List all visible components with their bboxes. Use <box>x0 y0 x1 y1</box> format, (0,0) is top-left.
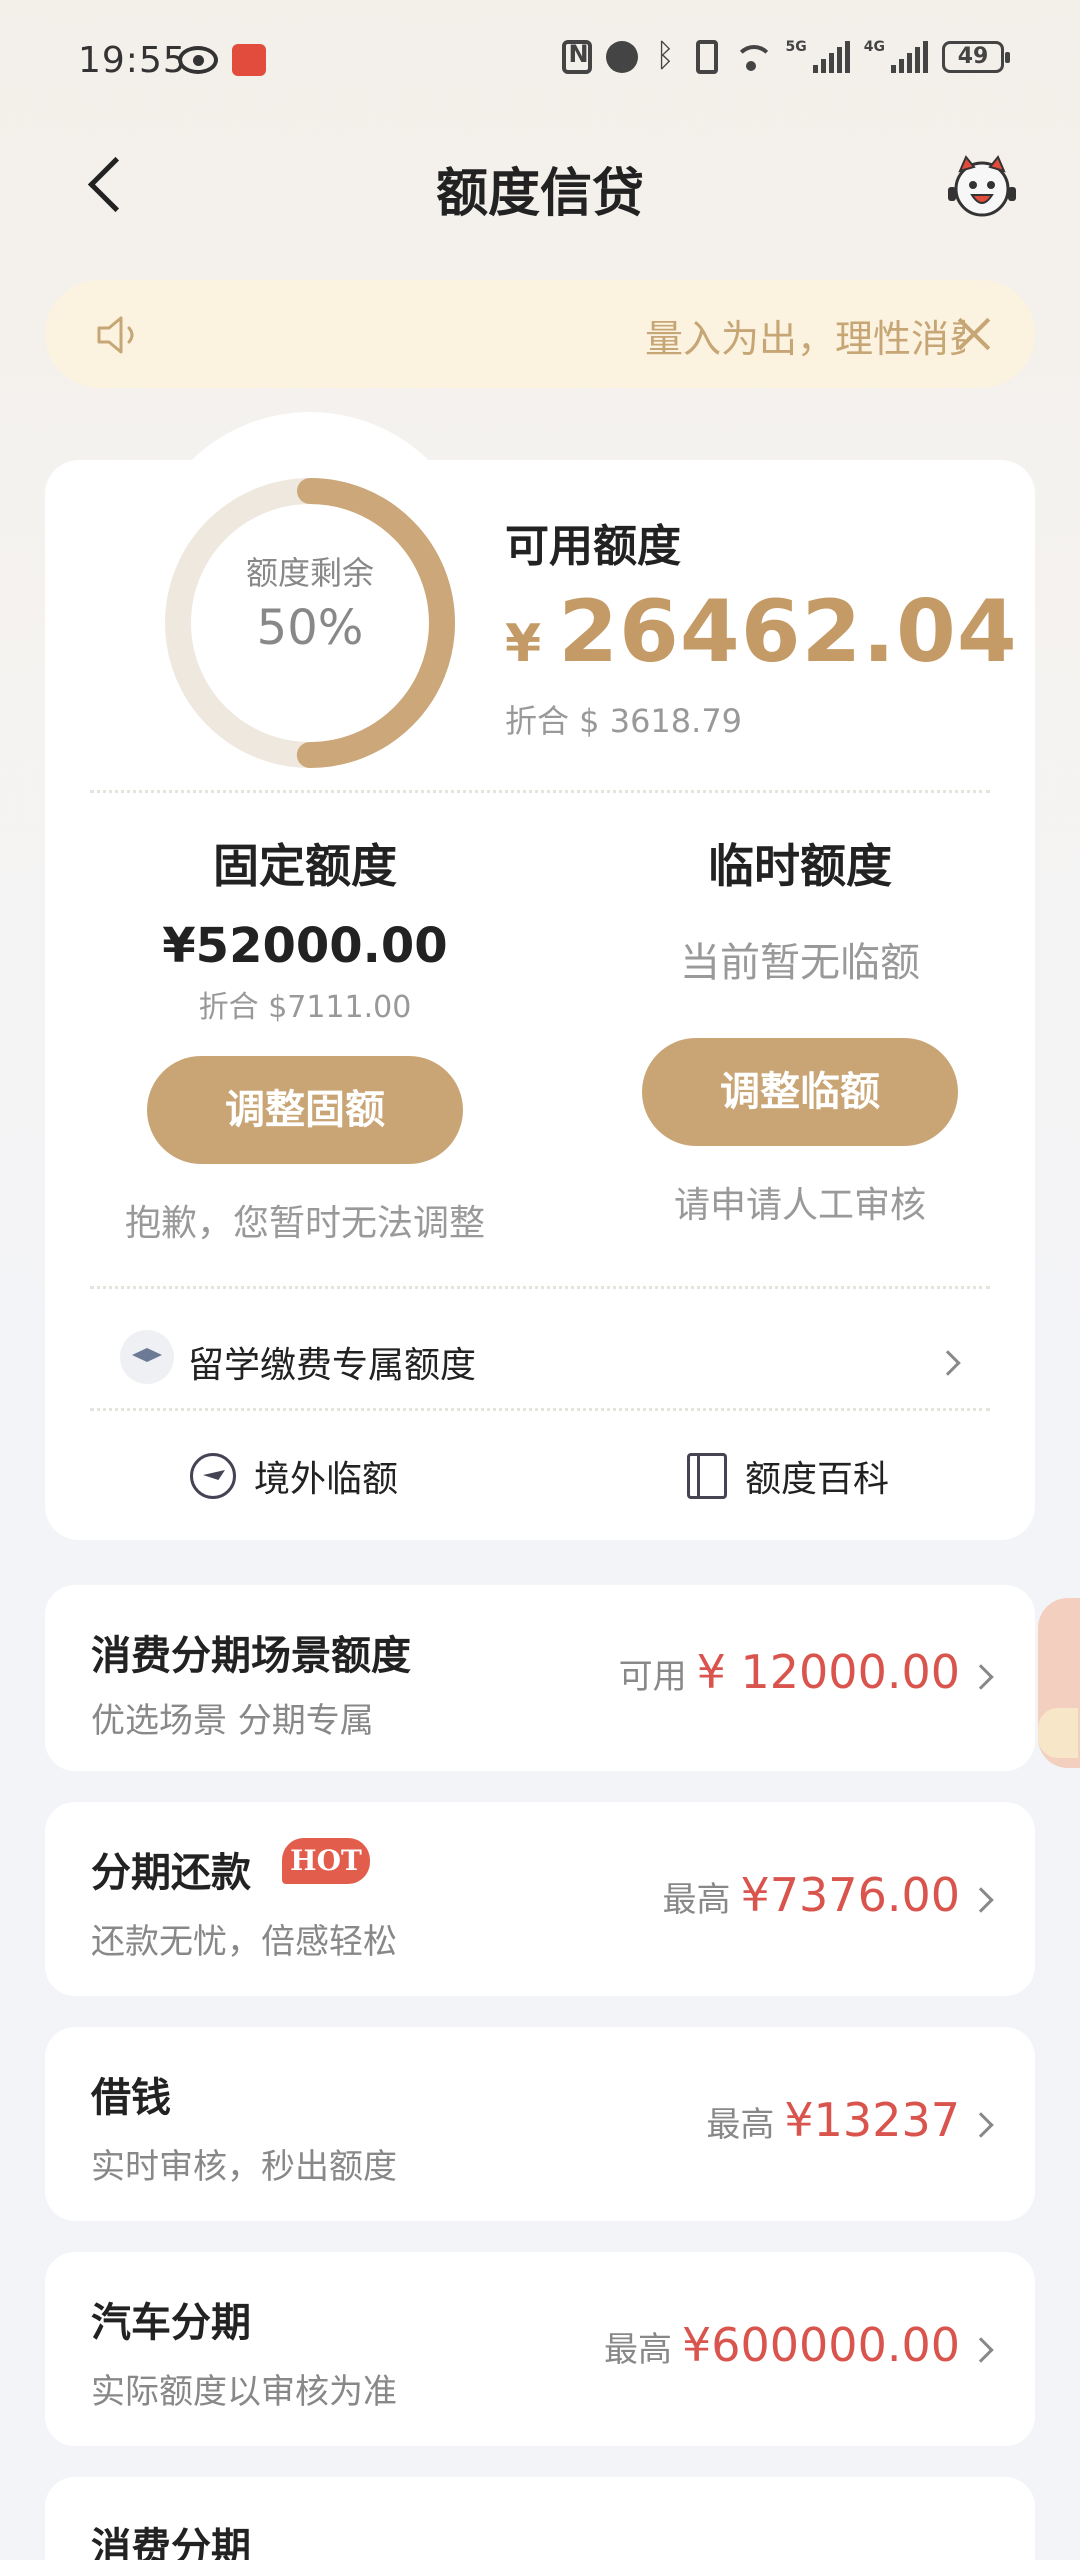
network-5g-label: 5G <box>785 39 807 55</box>
borrow-money-card[interactable]: 借钱 实时审核，秒出额度 最高 ¥13237 <box>45 2027 1035 2221</box>
product-amount-prefix: 可用 <box>618 1657 687 1697</box>
product-amount-group: 可用 ¥ 12000.00 <box>619 1645 960 1699</box>
fixed-limit-column: 固定额度 ¥52000.00 折合 $7111.00 调整固额 抱歉，您暂时无法… <box>85 830 525 1246</box>
consumer-installment-card[interactable]: 消费分期 <box>45 2477 1035 2560</box>
notice-bar[interactable]: 量入为出，理性消费 <box>45 280 1035 388</box>
eye-icon <box>178 46 218 74</box>
product-amount-group: 最高 ¥13237 <box>706 2093 960 2147</box>
product-subtitle: 还款无忧，倍感轻松 <box>91 1922 397 1962</box>
header: 额度信贷 <box>0 125 1080 245</box>
status-bar: 19:55 5G 4G 49 <box>0 0 1080 125</box>
product-amount-prefix: 最高 <box>662 1880 731 1920</box>
signal-icon <box>812 41 850 73</box>
product-title: 汽车分期 <box>91 2300 251 2346</box>
chevron-right-icon <box>968 1887 994 1913</box>
product-subtitle: 优选场景 分期专属 <box>91 1701 374 1741</box>
product-amount-prefix: 最高 <box>603 2330 672 2370</box>
mascot-icon[interactable] <box>946 153 1018 219</box>
notice-text: 量入为出，理性消费 <box>645 317 965 361</box>
study-abroad-limit-row[interactable]: 留学缴费专属额度 <box>45 1320 1035 1410</box>
fixed-limit-usd: 折合 $7111.00 <box>198 990 412 1025</box>
product-amount: ¥ 12000.00 <box>696 1645 960 1699</box>
fixed-limit-amount: ¥52000.00 <box>162 918 448 974</box>
product-amount: ¥600000.00 <box>681 2318 960 2372</box>
chevron-right-icon <box>935 1350 961 1376</box>
status-time: 19:55 <box>78 40 187 81</box>
available-label: 可用额度 <box>505 521 681 572</box>
graduation-cap-icon <box>120 1330 174 1384</box>
product-title: 借钱 <box>91 2075 171 2121</box>
product-amount-prefix: 最高 <box>706 2105 775 2145</box>
ring-percent: 50% <box>256 600 364 656</box>
fixed-limit-title: 固定额度 <box>213 839 397 893</box>
status-right-icons: 5G 4G 49 <box>561 36 1010 74</box>
ring-label: 额度剩余 <box>245 554 374 592</box>
product-title: 分期还款 <box>91 1850 251 1896</box>
credit-card: 额度剩余 50% 可用额度 ¥26462.04 折合 $ 3618.79 固定额… <box>45 412 1035 1540</box>
limit-encyclopedia-link[interactable]: 额度百科 <box>687 1450 889 1502</box>
divider <box>90 1408 990 1411</box>
floating-side-tab[interactable] <box>1038 1598 1080 1768</box>
adjust-fixed-button[interactable]: 调整固额 <box>147 1056 463 1164</box>
alarm-icon <box>605 41 638 73</box>
temporary-limit-title: 临时额度 <box>708 839 892 893</box>
bottom-links: 境外临额 额度百科 <box>45 1430 1035 1520</box>
consumer-installment-scene-card[interactable]: 消费分期场景额度 优选场景 分期专属 可用 ¥ 12000.00 <box>45 1585 1035 1771</box>
app-notification-icon <box>232 44 266 76</box>
available-amount-value: 26462.04 <box>558 582 1018 682</box>
adjust-temporary-button[interactable]: 调整临额 <box>642 1038 958 1146</box>
speaker-icon <box>97 316 134 354</box>
fixed-limit-note: 抱歉，您暂时无法调整 <box>124 1203 485 1244</box>
vibrate-icon <box>695 40 718 74</box>
limit-encyclopedia-label: 额度百科 <box>745 1459 890 1500</box>
divider <box>90 1286 990 1289</box>
signal-icon-2 <box>891 41 928 73</box>
temporary-limit-status: 当前暂无临额 <box>680 940 920 986</box>
battery-icon: 49 <box>942 41 1010 73</box>
product-amount: ¥7376.00 <box>740 1868 961 1922</box>
product-subtitle: 实际额度以审核为准 <box>91 2372 397 2412</box>
product-amount-group: 最高 ¥7376.00 <box>663 1868 961 1922</box>
available-usd: 折合 $ 3618.79 <box>505 702 743 740</box>
product-amount: ¥13237 <box>784 2093 960 2147</box>
chevron-right-icon <box>968 2337 994 2363</box>
overseas-temp-limit-link[interactable]: 境外临额 <box>190 1450 398 1502</box>
bluetooth-icon <box>652 36 682 74</box>
wifi-icon <box>732 41 774 73</box>
product-subtitle: 实时审核，秒出额度 <box>91 2147 397 2187</box>
product-title: 消费分期 <box>91 2525 251 2560</box>
plane-icon <box>190 1453 236 1499</box>
network-4g-label: 4G <box>863 39 885 55</box>
car-installment-card[interactable]: 汽车分期 实际额度以审核为准 最高 ¥600000.00 <box>45 2252 1035 2446</box>
close-icon[interactable] <box>945 304 1005 364</box>
temporary-limit-note: 请申请人工审核 <box>673 1185 926 1226</box>
hot-badge: HOT <box>282 1838 370 1884</box>
nfc-icon <box>561 40 592 74</box>
product-title: 消费分期场景额度 <box>91 1633 411 1679</box>
book-icon <box>687 1453 727 1499</box>
status-left-icons <box>178 44 266 76</box>
overseas-temp-limit-label: 境外临额 <box>254 1459 399 1500</box>
chevron-right-icon <box>968 2112 994 2138</box>
study-abroad-label: 留学缴费专属额度 <box>188 1345 477 1386</box>
installment-repayment-card[interactable]: 分期还款 HOT 还款无忧，倍感轻松 最高 ¥7376.00 <box>45 1802 1035 1996</box>
chevron-right-icon <box>968 1664 994 1690</box>
temporary-limit-column: 临时额度 当前暂无临额 调整临额 请申请人工审核 <box>580 830 1020 1228</box>
page-title: 额度信贷 <box>435 164 644 224</box>
currency-symbol: ¥ <box>505 614 543 674</box>
available-amount: ¥26462.04 <box>505 582 1018 682</box>
divider <box>90 790 990 793</box>
product-amount-group: 最高 ¥600000.00 <box>604 2318 960 2372</box>
